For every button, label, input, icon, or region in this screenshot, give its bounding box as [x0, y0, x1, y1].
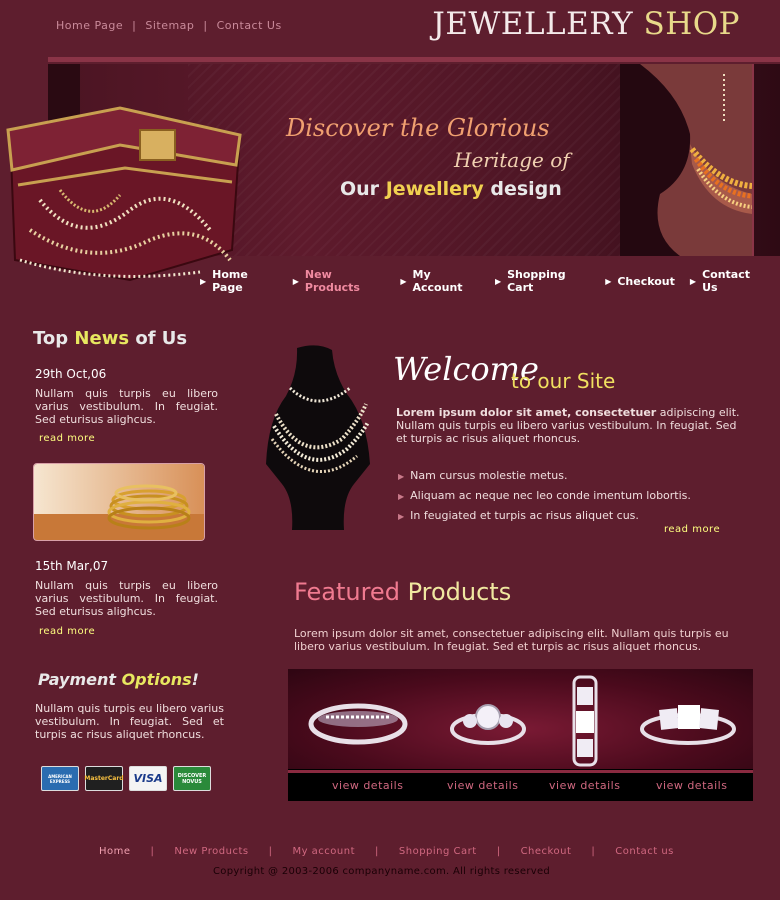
top-link-home[interactable]: Home Page [56, 19, 123, 32]
main-nav: ▶ Home Page ▶ New Products ▶ My Account ▶ Sh… [200, 268, 780, 294]
product-strip [288, 669, 753, 769]
ring-2-image[interactable] [448, 697, 528, 749]
featured-products-panel: view details view details view details v… [288, 669, 753, 801]
footer-link-shopping-cart[interactable]: Shopping Cart [399, 846, 477, 857]
featured-heading: Featured Products [294, 578, 512, 606]
product-divider [288, 770, 753, 773]
nav-contact-us[interactable]: ▶ Contact Us [690, 268, 765, 294]
banner-tagline-3: Our Jewellery design [340, 178, 562, 200]
view-details-link-3[interactable]: view details [549, 779, 620, 792]
banner-tagline-1: Discover the Glorious [286, 114, 550, 142]
header-divider [48, 57, 780, 62]
separator: | [375, 846, 379, 857]
banner-border [752, 64, 754, 256]
payment-cards: AMERICAN EXPRESS MasterCard VISA DISCOVE… [41, 766, 211, 791]
top-link-sitemap[interactable]: Sitemap [145, 19, 194, 32]
nav-shopping-cart[interactable]: ▶ Shopping Cart [495, 268, 590, 294]
separator: | [150, 846, 155, 857]
bullet-item: ▶ Nam cursus molestie metus. [398, 469, 568, 482]
amex-card-icon: AMERICAN EXPRESS [41, 766, 79, 791]
top-link-contact[interactable]: Contact Us [217, 19, 282, 32]
featured-text: Lorem ipsum dolor sit amet, consectetuer… [294, 627, 729, 653]
news-read-more-1[interactable]: read more [39, 433, 95, 444]
welcome-bullets: ▶ Nam cursus molestie metus. ▶ Aliquam ac … [398, 466, 691, 526]
news-date-1: 29th Oct,06 [35, 367, 107, 381]
arrow-right-icon: ▶ [398, 472, 405, 481]
nav-new-products[interactable]: ▶ New Products [293, 268, 386, 294]
arrow-right-icon: ▶ [398, 512, 405, 521]
discover-card-icon: DISCOVER NOVUS [173, 766, 211, 791]
separator: | [591, 846, 596, 857]
model-necklace-image [620, 64, 752, 256]
footer-link-new-products[interactable]: New Products [174, 846, 248, 857]
arrow-right-icon: ▶ [494, 276, 502, 286]
banner-tagline-2: Heritage of [454, 148, 570, 172]
welcome-subtitle: to our Site [511, 369, 616, 393]
news-text-2: Nullam quis turpis eu libero varius vest… [35, 579, 218, 618]
arrow-right-icon: ▶ [400, 276, 407, 286]
footer-link-contact-us[interactable]: Contact us [615, 846, 674, 857]
view-details-link-2[interactable]: view details [447, 779, 518, 792]
nav-checkout[interactable]: ▶ Checkout [605, 268, 675, 294]
news-read-more-2[interactable]: read more [39, 626, 95, 637]
separator: | [496, 846, 501, 857]
logo-text-jewellery: JEWELLERY [432, 6, 634, 42]
footer-link-home[interactable]: Home [99, 846, 131, 857]
arrow-right-icon: ▶ [689, 276, 697, 286]
ring-1-image[interactable] [308, 699, 408, 749]
news-heading: Top News of Us [33, 328, 188, 349]
footer-link-checkout[interactable]: Checkout [521, 846, 572, 857]
jewelry-chest-image [6, 106, 242, 282]
view-details-link-4[interactable]: view details [656, 779, 727, 792]
separator: | [132, 19, 137, 32]
arrow-right-icon: ▶ [398, 492, 405, 501]
visa-card-icon: VISA [129, 766, 167, 791]
necklace-stand-image [266, 345, 370, 530]
arrow-right-icon: ▶ [605, 276, 612, 286]
separator: | [203, 19, 208, 32]
bullet-item: ▶ In feugiated et turpis ac risus aliquet… [398, 509, 639, 522]
view-details-link-1[interactable]: view details [332, 779, 403, 792]
welcome-read-more[interactable]: read more [664, 524, 720, 535]
site-logo[interactable]: JEWELLERY SHOP [432, 6, 740, 42]
nav-my-account[interactable]: ▶ My Account [400, 268, 480, 294]
arrow-right-icon: ▶ [292, 276, 299, 286]
ring-3-image[interactable] [568, 675, 602, 767]
ring-4-image[interactable] [638, 699, 738, 749]
footer-link-my-account[interactable]: My account [292, 846, 355, 857]
logo-text-shop: SHOP [643, 6, 740, 42]
news-date-2: 15th Mar,07 [35, 559, 109, 573]
payment-heading: Payment Options! [38, 670, 199, 689]
bangles-image [33, 463, 205, 541]
bullet-item: ▶ Aliquam ac neque nec leo conde imentum … [398, 489, 691, 502]
top-links: Home Page | Sitemap | Contact Us [56, 19, 282, 32]
copyright-text: Copyright @ 2003-2006 companyname.com. A… [213, 866, 551, 877]
nav-home[interactable]: ▶ Home Page [200, 268, 278, 294]
mastercard-icon: MasterCard [84, 766, 124, 791]
arrow-right-icon: ▶ [200, 276, 207, 286]
news-text-1: Nullam quis turpis eu libero varius vest… [35, 387, 218, 426]
footer-nav: Home | New Products | My account | Shopping Ca… [99, 846, 674, 857]
payment-text: Nullam quis turpis eu libero varius vest… [35, 702, 224, 741]
separator: | [268, 846, 273, 857]
welcome-intro: Lorem ipsum dolor sit amet, consectetuer… [396, 406, 740, 445]
